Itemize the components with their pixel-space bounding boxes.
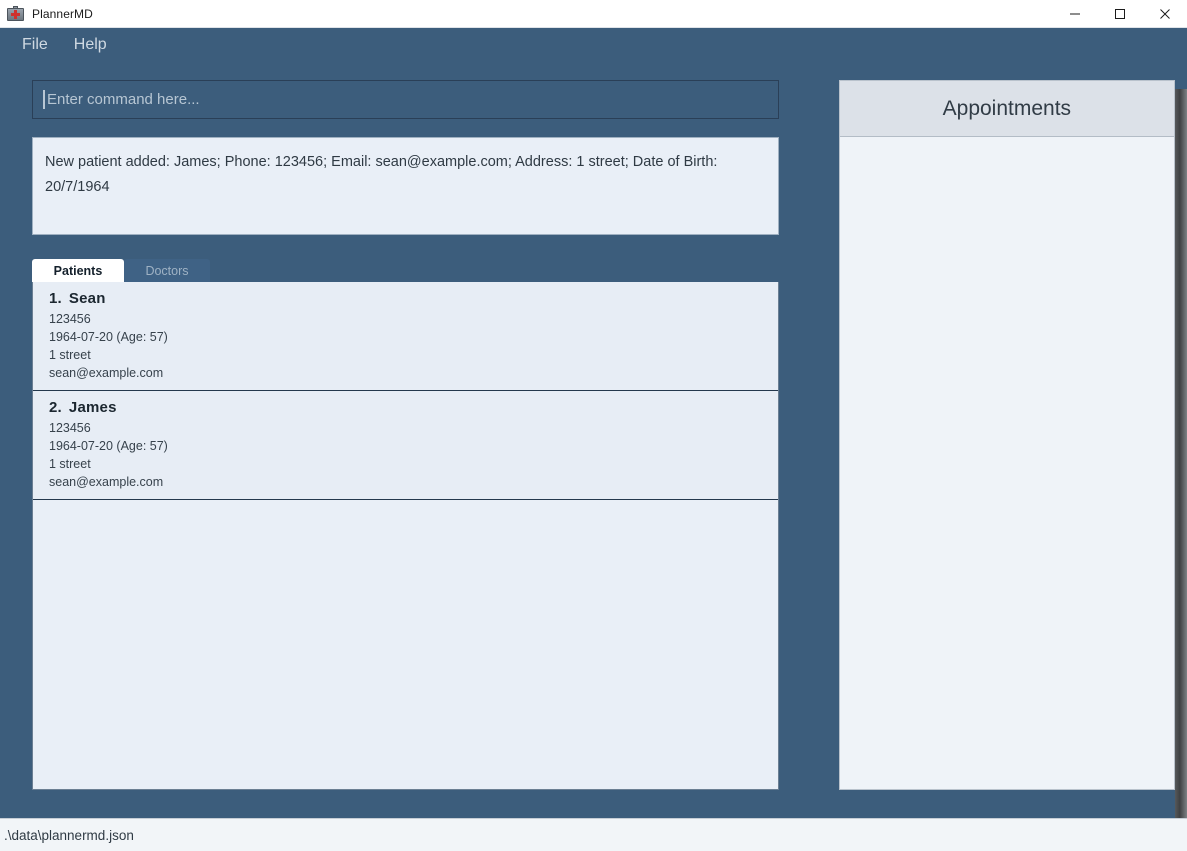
patient-name: James [68, 399, 117, 416]
status-bar-path: .\data\plannermd.json [4, 827, 134, 843]
tab-doctors[interactable]: Doctors [124, 259, 210, 282]
list-item[interactable]: 1. Sean 123456 1964-07-20 (Age: 57) 1 str… [33, 282, 778, 391]
close-button[interactable] [1142, 0, 1187, 27]
menu-item-help[interactable]: Help [66, 35, 115, 55]
window-title: PlannerMD [32, 6, 93, 21]
main-content: Enter command here... New patient added:… [0, 62, 1187, 818]
window-controls [1052, 0, 1187, 27]
command-input[interactable]: Enter command here... [32, 80, 779, 119]
patient-list-empty-area [33, 500, 778, 789]
patient-dob: 1964-07-20 (Age: 57) [49, 330, 168, 344]
appointments-list[interactable] [839, 137, 1174, 789]
left-column-spacer [32, 790, 779, 818]
appointments-title: Appointments [839, 81, 1174, 137]
status-bar: .\data\plannermd.json [0, 818, 1187, 851]
appointments-panel: Appointments [838, 80, 1175, 790]
result-display: New patient added: James; Phone: 123456;… [32, 137, 779, 235]
patient-name: Sean [68, 290, 106, 307]
patient-address: 1 street [49, 348, 91, 362]
patient-name-row: 2. James [49, 399, 778, 416]
patient-address: 1 street [49, 457, 91, 471]
patient-index: 2. [49, 399, 62, 416]
tab-patients[interactable]: Patients [32, 259, 124, 282]
menu-item-file[interactable]: File [14, 35, 56, 55]
text-caret [43, 90, 45, 109]
minimize-button[interactable] [1052, 0, 1097, 27]
patient-email: sean@example.com [49, 366, 164, 380]
left-column: Enter command here... New patient added:… [32, 62, 779, 818]
title-bar-left: PlannerMD [0, 6, 93, 21]
list-item[interactable]: 2. James 123456 1964-07-20 (Age: 57) 1 st… [33, 391, 778, 500]
title-bar: PlannerMD [0, 0, 1187, 28]
patient-name-row: 1. Sean [49, 290, 778, 307]
menu-bar: File Help [0, 28, 1187, 62]
tab-bar: Patients Doctors [32, 259, 779, 282]
app-window: PlannerMD File Help Enter command here..… [0, 0, 1187, 851]
patient-dob: 1964-07-20 (Age: 57) [49, 439, 168, 453]
window-right-edge [1175, 89, 1187, 818]
patient-index: 1. [49, 290, 62, 307]
patient-phone: 123456 [49, 312, 91, 326]
medical-kit-icon [7, 6, 24, 21]
command-input-placeholder: Enter command here... [47, 91, 200, 108]
maximize-button[interactable] [1097, 0, 1142, 27]
patient-phone: 123456 [49, 421, 91, 435]
patient-list-panel[interactable]: 1. Sean 123456 1964-07-20 (Age: 57) 1 str… [32, 282, 779, 790]
patient-email: sean@example.com [49, 475, 164, 489]
